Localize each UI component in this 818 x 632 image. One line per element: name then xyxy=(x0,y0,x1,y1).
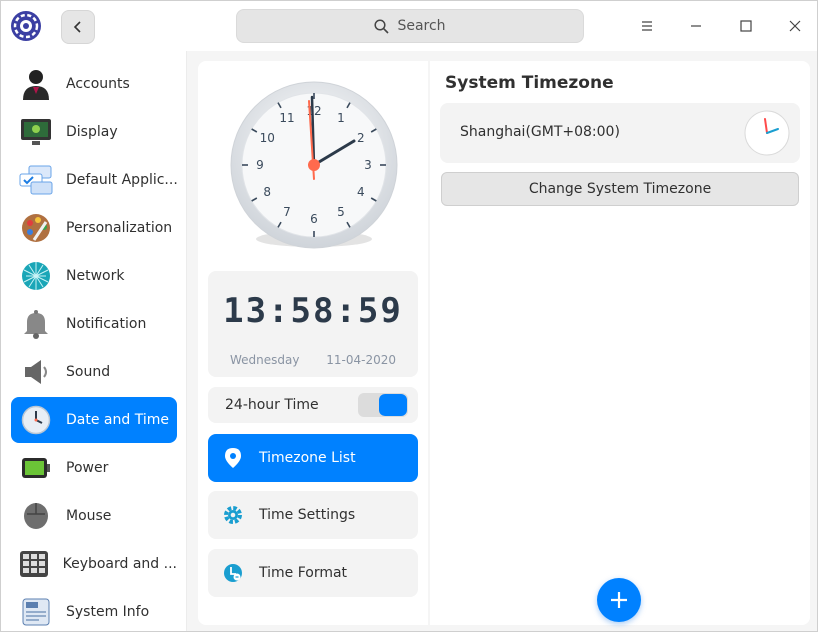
plus-icon xyxy=(611,592,627,608)
maximize-icon xyxy=(740,20,752,32)
mouse-icon xyxy=(19,499,53,533)
sidebar-item-label: Power xyxy=(66,460,109,476)
sidebar-item-default-applications[interactable]: Default Applic... xyxy=(11,157,178,203)
time-format-icon xyxy=(222,562,244,584)
personalization-icon xyxy=(19,211,53,245)
page-title: System Timezone xyxy=(445,73,614,93)
accounts-icon xyxy=(19,67,53,101)
clock-number: 2 xyxy=(357,131,365,145)
sidebar-item-label: Accounts xyxy=(66,76,130,92)
sidebar-item-label: Display xyxy=(66,124,118,140)
tab-time-format[interactable]: Time Format xyxy=(208,549,418,597)
digital-time: 13:58:59 xyxy=(223,291,403,331)
sidebar-item-label: Date and Time xyxy=(66,412,169,428)
search-placeholder: Search xyxy=(397,18,446,34)
sidebar: Accounts Display Default Applic... Perso… xyxy=(1,51,187,631)
search-icon xyxy=(374,18,390,34)
sidebar-item-label: Sound xyxy=(66,364,111,380)
keyboard-icon xyxy=(19,547,50,581)
clock-number: 9 xyxy=(256,158,264,172)
minimize-button[interactable] xyxy=(681,11,711,41)
sidebar-item-sound[interactable]: Sound xyxy=(11,349,177,395)
tab-label: Time Settings xyxy=(259,507,356,523)
sidebar-item-keyboard[interactable]: Keyboard and ... xyxy=(11,541,177,587)
control-center-window: Search Accounts Display Default Applic..… xyxy=(0,0,818,632)
hour24-row: 24-hour Time xyxy=(208,387,418,423)
sidebar-item-mouse[interactable]: Mouse xyxy=(11,493,177,539)
clock-number: 8 xyxy=(263,185,271,199)
sidebar-item-notification[interactable]: Notification xyxy=(11,301,177,347)
tab-timezone-list[interactable]: Timezone List xyxy=(208,434,418,482)
toggle-knob xyxy=(379,394,407,416)
timezone-name: Shanghai(GMT+08:00) xyxy=(460,124,620,140)
timezone-clock-icon xyxy=(744,110,790,156)
menu-button[interactable] xyxy=(632,11,662,41)
system-info-icon xyxy=(19,595,53,629)
date-label: 11-04-2020 xyxy=(326,353,396,367)
maximize-button[interactable] xyxy=(731,11,761,41)
back-button[interactable] xyxy=(61,10,95,44)
datetime-panel: 12 1 2 3 4 5 6 7 8 9 10 11 13:58:59 Wednesday 11-04… xyxy=(198,61,428,625)
gear-icon xyxy=(222,504,244,526)
sidebar-item-display[interactable]: Display xyxy=(11,109,177,155)
sidebar-item-network[interactable]: Network xyxy=(11,253,177,299)
digital-clock-panel: 13:58:59 Wednesday 11-04-2020 xyxy=(208,271,418,377)
close-icon xyxy=(789,20,801,32)
clock-number: 6 xyxy=(310,212,318,226)
clock-number: 5 xyxy=(337,205,345,219)
network-icon xyxy=(19,259,53,293)
clock-number: 1 xyxy=(337,111,345,125)
sidebar-item-personalization[interactable]: Personalization xyxy=(11,205,177,251)
weekday-label: Wednesday xyxy=(230,353,300,367)
default-applications-icon xyxy=(19,163,53,197)
hour24-toggle[interactable] xyxy=(358,393,408,417)
sidebar-item-system-info[interactable]: System Info xyxy=(11,589,177,631)
sidebar-item-accounts[interactable]: Accounts xyxy=(11,61,177,107)
sidebar-item-label: Mouse xyxy=(66,508,112,524)
sidebar-item-label: Notification xyxy=(66,316,147,332)
titlebar: Search xyxy=(1,1,817,51)
sound-icon xyxy=(19,355,53,389)
hamburger-menu-icon xyxy=(642,21,652,31)
timezone-panel: System Timezone Shanghai(GMT+08:00) Chan… xyxy=(430,61,810,625)
system-timezone-row: Shanghai(GMT+08:00) xyxy=(440,103,800,163)
sidebar-item-date-time[interactable]: Date and Time xyxy=(11,397,177,443)
sidebar-item-label: Network xyxy=(66,268,125,284)
control-center-logo xyxy=(11,11,41,41)
analog-clock: 121234567891011 xyxy=(230,81,398,249)
minimize-icon xyxy=(691,25,701,27)
search-input[interactable]: Search xyxy=(236,9,584,43)
add-timezone-button[interactable] xyxy=(597,578,641,622)
change-timezone-button[interactable]: Change System Timezone xyxy=(441,172,799,206)
hour24-label: 24-hour Time xyxy=(225,397,319,413)
clock-number: 7 xyxy=(283,205,291,219)
clock-number: 10 xyxy=(260,131,275,145)
sidebar-item-power[interactable]: Power xyxy=(11,445,177,491)
tab-label: Timezone List xyxy=(259,450,356,466)
notification-icon xyxy=(19,307,53,341)
tab-time-settings[interactable]: Time Settings xyxy=(208,491,418,539)
display-icon xyxy=(19,115,53,149)
clock-number: 3 xyxy=(364,158,372,172)
sidebar-item-label: System Info xyxy=(66,604,150,620)
power-icon xyxy=(19,451,53,485)
close-button[interactable] xyxy=(780,11,810,41)
location-pin-icon xyxy=(222,447,244,469)
date-time-icon xyxy=(19,403,53,437)
clock-number: 4 xyxy=(357,185,365,199)
sidebar-item-label: Default Applic... xyxy=(66,172,178,188)
tab-label: Time Format xyxy=(259,565,348,581)
chevron-left-icon xyxy=(73,21,81,33)
sidebar-item-label: Keyboard and ... xyxy=(62,556,177,572)
sidebar-item-label: Personalization xyxy=(66,220,173,236)
clock-number: 11 xyxy=(279,111,294,125)
